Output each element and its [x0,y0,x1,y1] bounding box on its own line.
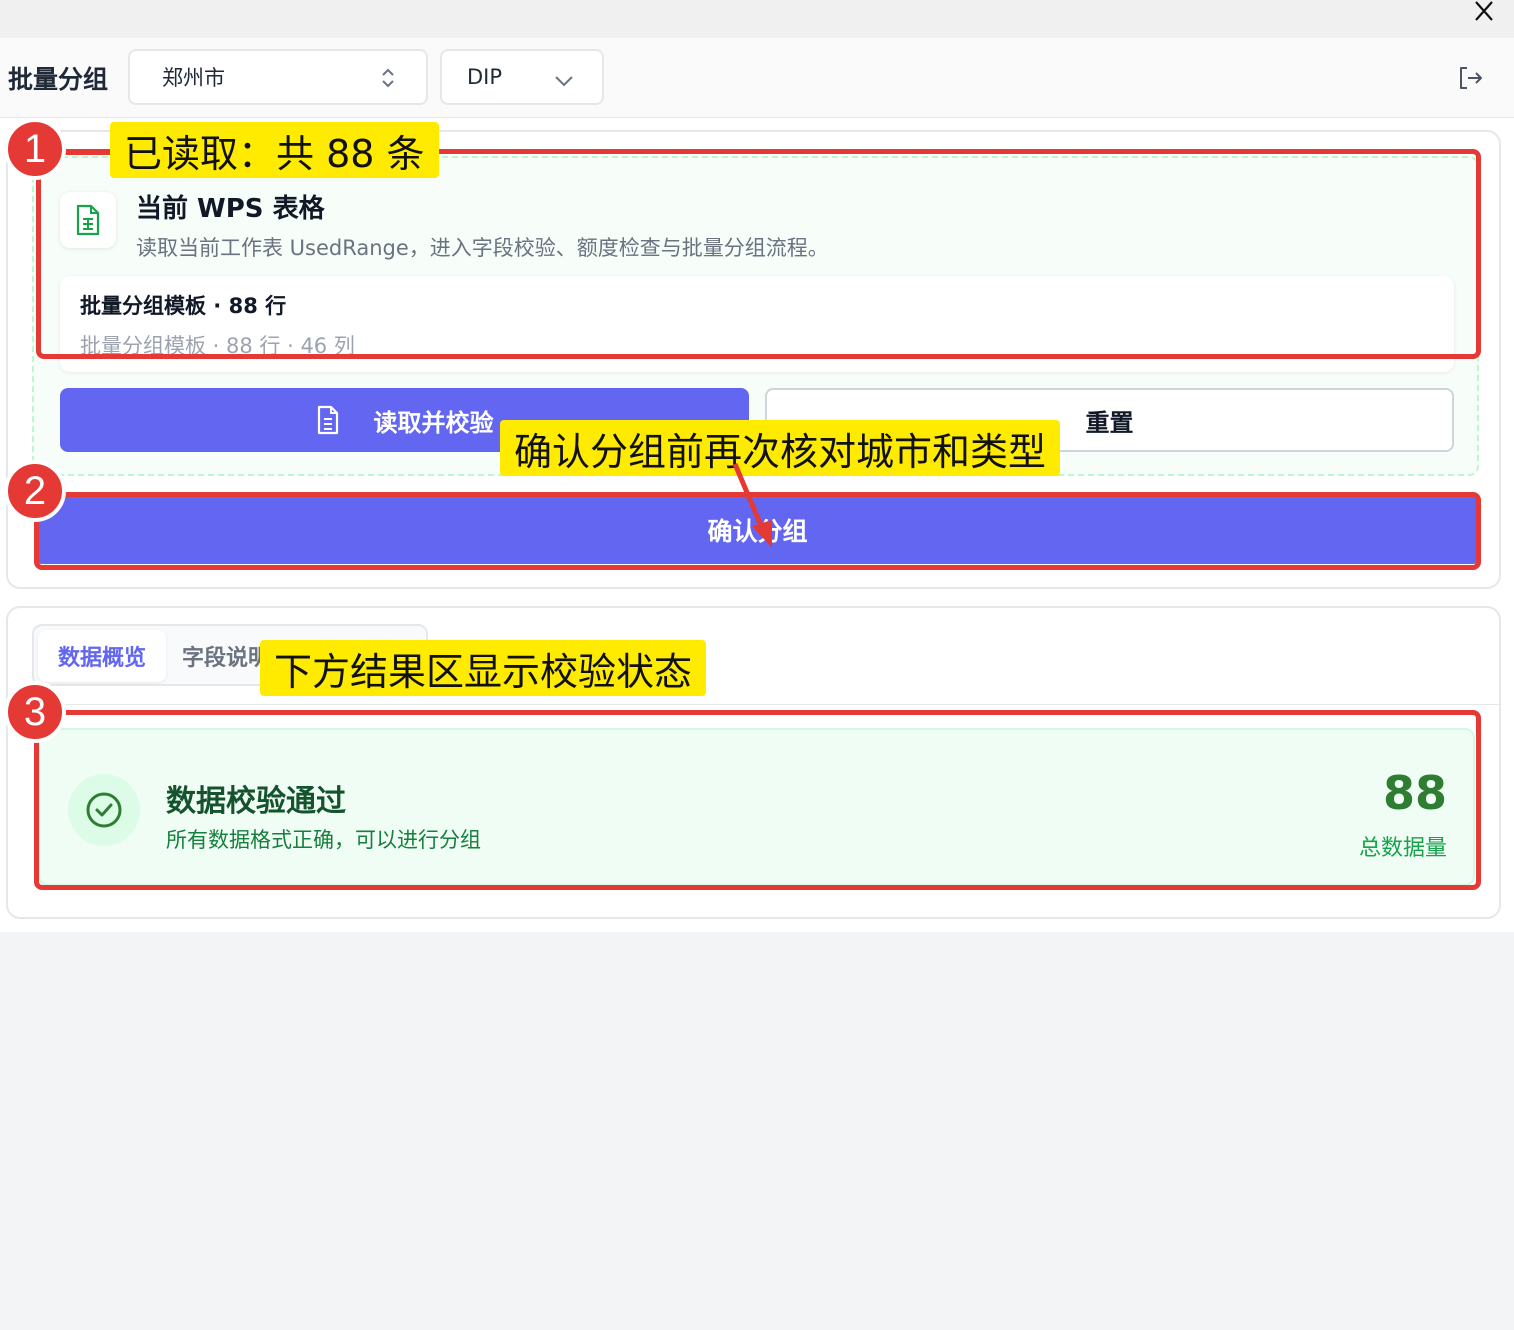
callout-result-area: 下方结果区显示校验状态 [260,640,707,696]
tabs-divider [8,704,1499,705]
logout-icon[interactable] [1456,64,1484,92]
results-card: 数据概览 字段说明 数据校验通过 所有数据格式正确，可以进行分组 88 总数据量 [6,606,1501,919]
confirm-group-button[interactable]: 确认分组 [34,496,1481,564]
tab-field-description[interactable]: 字段说明 [182,630,270,682]
file-name: 批量分组模板 · 88 行 [80,294,287,318]
total-count-label: 总数据量 [1358,836,1447,861]
spreadsheet-icon [60,192,116,248]
source-description: 读取当前工作表 UsedRange，进入字段校验、额度检查与批量分组流程。 [136,236,829,260]
read-validate-label: 读取并校验 [373,408,494,437]
total-count: 88 [1382,766,1447,820]
file-info-card: 批量分组模板 · 88 行 批量分组模板 · 88 行 · 46 列 [60,276,1454,372]
close-icon[interactable] [1470,0,1498,24]
tab-overview[interactable]: 数据概览 [38,630,166,682]
callout-read-count: 已读取：共 88 条 [110,122,439,178]
import-card: 当前 WPS 表格 读取当前工作表 UsedRange，进入字段校验、额度检查与… [6,130,1501,589]
annotation-badge-3: 3 [4,681,66,743]
window-titlebar [0,0,1514,38]
chevron-down-icon [554,69,574,93]
document-icon [316,405,340,435]
callout-confirm-check: 确认分组前再次核对城市和类型 [500,420,1061,476]
status-title: 数据校验通过 [166,784,346,819]
annotation-badge-2: 2 [4,460,66,522]
reset-label: 重置 [1085,408,1134,437]
chevron-up-down-icon [380,67,396,94]
city-select[interactable]: 郑州市 [128,49,428,105]
confirm-group-label: 确认分组 [707,517,808,546]
annotation-badge-1: 1 [4,118,66,180]
header: 批量分组 郑州市 DIP [0,38,1514,118]
city-select-value: 郑州市 [162,66,225,90]
source-title: 当前 WPS 表格 [136,194,325,224]
page-title: 批量分组 [8,65,109,94]
status-description: 所有数据格式正确，可以进行分组 [166,828,481,852]
type-select[interactable]: DIP [440,49,604,105]
validation-status-panel: 数据校验通过 所有数据格式正确，可以进行分组 88 总数据量 [38,728,1475,886]
file-meta: 批量分组模板 · 88 行 · 46 列 [80,334,355,358]
check-circle-icon [68,774,140,846]
type-select-value: DIP [467,65,503,89]
